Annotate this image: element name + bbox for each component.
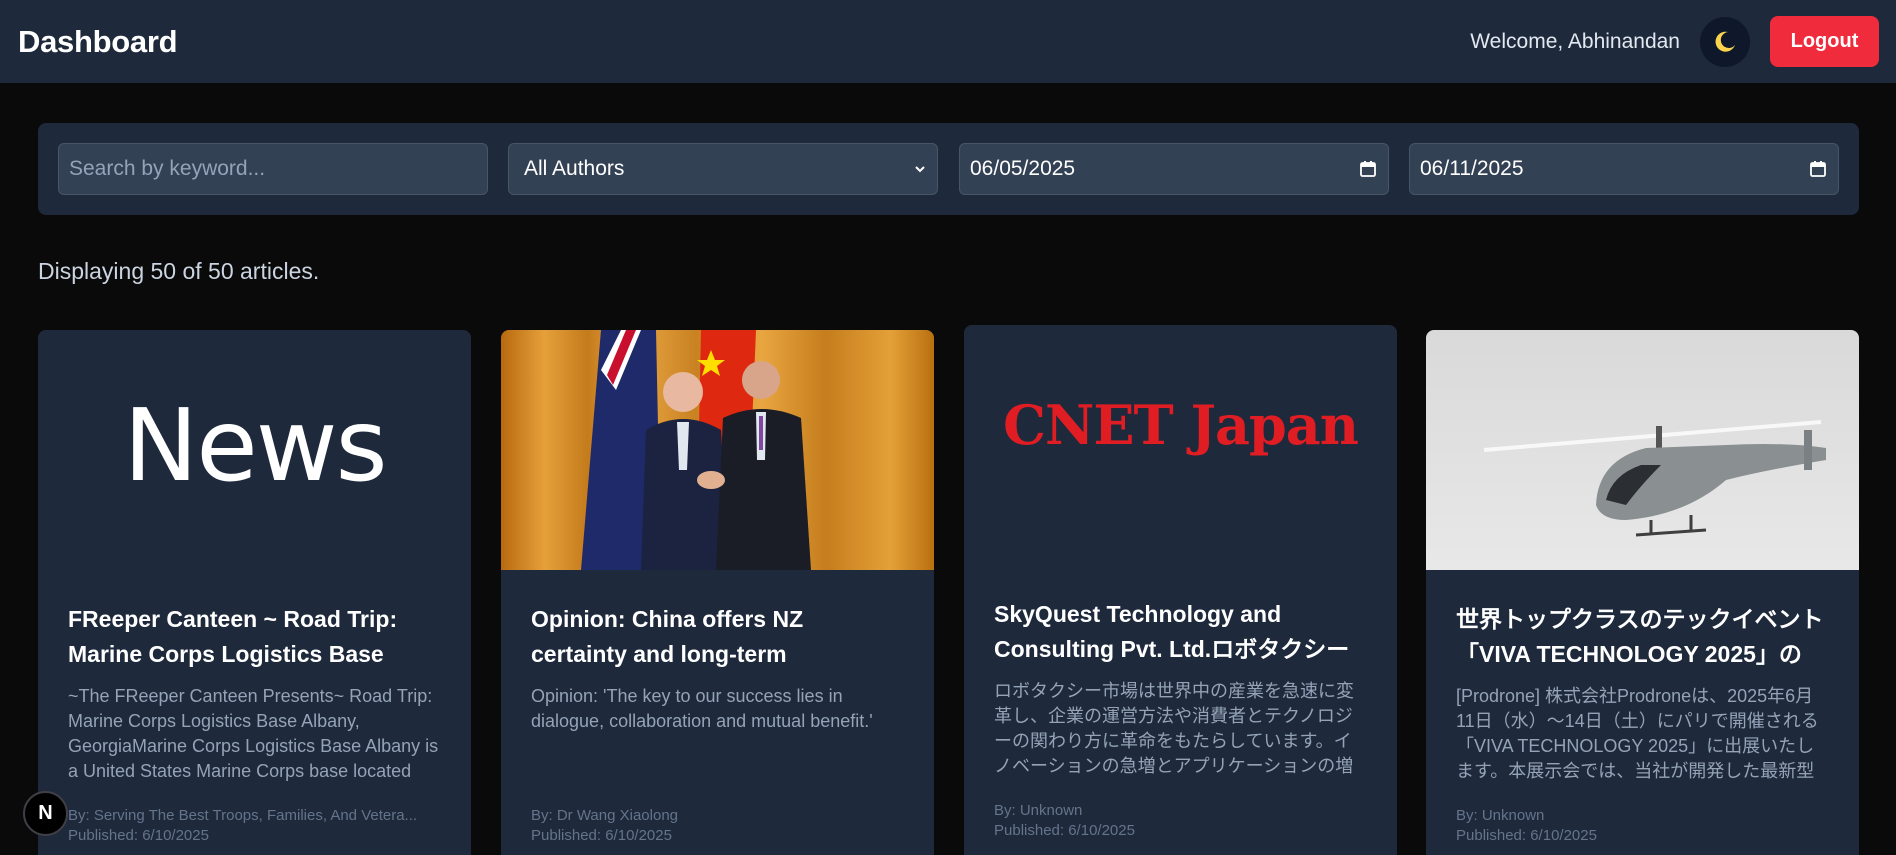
theme-toggle-button[interactable] [1700,16,1750,67]
article-count-text: Displaying 50 of 50 articles. [38,258,320,284]
badge-letter: N [38,802,53,824]
moon-icon [1715,31,1735,52]
calendar-icon[interactable] [1808,159,1828,179]
article-author: By: Unknown [1456,807,1545,824]
navbar-actions: Welcome, Abhinandan Logout [1470,16,1879,67]
article-description: [Prodrone] 株式会社Prodroneは、2025年6月11日（水）～1… [1456,686,1819,781]
article-author: By: Serving The Best Troops, Families, A… [68,807,418,824]
start-date-value: 06/05/2025 [970,157,1076,180]
author-select[interactable]: All Authors [508,143,938,195]
article-published: Published: 6/10/2025 [531,827,672,844]
logout-button[interactable]: Logout [1770,16,1879,67]
article-published: Published: 6/10/2025 [994,822,1135,839]
article-card[interactable]: CNET Japan SkyQuest Technology and Consu… [964,325,1397,855]
end-date-value: 06/11/2025 [1420,157,1524,180]
article-published: Published: 6/10/2025 [1456,827,1597,844]
end-date-input[interactable]: 06/11/2025 [1409,143,1839,195]
article-author: By: Unknown [994,802,1083,819]
article-image-photo [1426,330,1859,570]
article-title[interactable]: 世界トップクラスのテックイベント「VIVA TECHNOLOGY 2025」の [1456,602,1829,672]
article-description: ~The FReeper Canteen Presents~ Road Trip… [68,686,439,781]
handshake-photo [501,330,934,570]
article-card[interactable]: News FReeper Canteen ~ Road Trip: Marine… [38,330,471,855]
article-title[interactable]: Opinion: China offers NZ certainty and l… [531,602,904,672]
article-image-photo [501,330,934,570]
article-image-news: News [38,330,471,570]
article-title[interactable]: FReeper Canteen ~ Road Trip: Marine Corp… [68,602,441,672]
welcome-text: Welcome, Abhinandan [1470,29,1680,53]
article-meta: By: Dr Wang Xiaolong Published: 6/10/202… [531,806,904,846]
article-meta: By: Unknown Published: 6/10/2025 [994,801,1367,841]
cnet-japan-logo: CNET Japan [1002,393,1359,457]
chevron-down-icon [915,166,925,173]
nextjs-dev-badge[interactable]: N [23,791,68,836]
author-select-value: All Authors [524,157,625,180]
article-card[interactable]: 世界トップクラスのテックイベント「VIVA TECHNOLOGY 2025」の … [1426,330,1859,855]
article-meta: By: Serving The Best Troops, Families, A… [68,806,441,846]
article-title[interactable]: SkyQuest Technology and Consulting Pvt. … [994,597,1367,667]
helicopter-drone-photo [1426,330,1859,570]
article-image-logo: CNET Japan [964,325,1397,565]
article-published: Published: 6/10/2025 [68,827,209,844]
article-description: Opinion: 'The key to our success lies in… [531,686,873,731]
article-card[interactable]: Opinion: China offers NZ certainty and l… [501,330,934,855]
calendar-icon[interactable] [1358,159,1378,179]
article-meta: By: Unknown Published: 6/10/2025 [1456,806,1829,846]
article-description: ロボタクシー市場は世界中の産業を急速に変革し、企業の運営方法や消費者とテクノロジ… [994,681,1354,776]
filter-panel: Search by keyword... All Authors 06/05/2… [38,123,1859,215]
search-input[interactable]: Search by keyword... [58,143,488,195]
news-placeholder-text: News [123,386,387,504]
top-navbar: Dashboard Welcome, Abhinandan Logout [0,0,1896,83]
article-author: By: Dr Wang Xiaolong [531,807,679,824]
start-date-input[interactable]: 06/05/2025 [959,143,1389,195]
app-title: Dashboard [18,23,178,59]
